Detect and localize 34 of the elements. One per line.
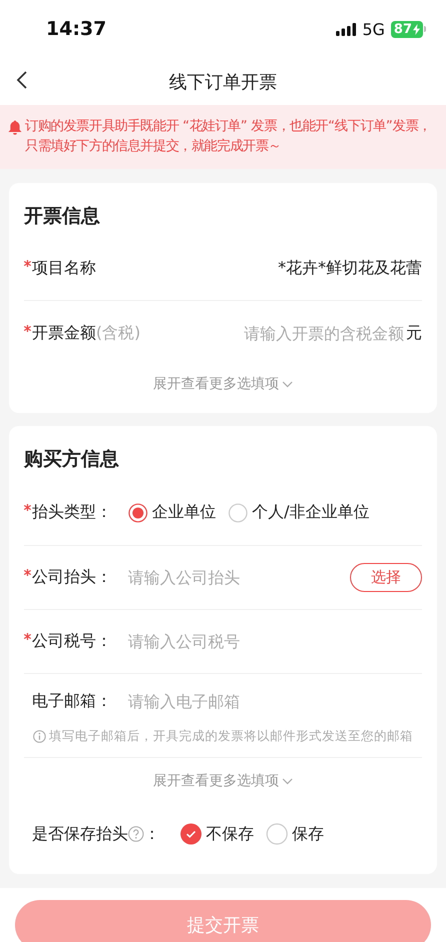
field-label: 电子邮箱： <box>32 690 113 712</box>
input-field[interactable]: 请输入公司税号 <box>128 632 422 651</box>
radio-option[interactable]: 保存 <box>266 823 324 845</box>
select-button[interactable]: 选择 <box>350 563 422 592</box>
radio-option[interactable]: 不保存 <box>180 823 254 845</box>
chevron-down-icon <box>282 380 293 388</box>
amount-input[interactable]: 请输入开票的含税金额 <box>140 324 404 342</box>
signal-icon <box>336 22 356 36</box>
battery-indicator: 87 <box>390 20 423 38</box>
field-label: 公司抬头： <box>32 567 113 588</box>
field-label: 开票金额 <box>32 322 96 344</box>
field-label: 是否保存抬头 <box>32 824 128 844</box>
field-value: *花卉*鲜切花及花蕾 <box>278 258 422 279</box>
field-label: 公司税号： <box>32 631 113 652</box>
back-icon <box>16 70 28 90</box>
bell-icon <box>8 120 22 135</box>
label-colon: ： <box>144 824 160 844</box>
info-icon <box>33 730 46 743</box>
unit-label: 元 <box>406 322 422 344</box>
page-title: 线下订单开票 <box>169 70 277 94</box>
input-field[interactable]: 请输入公司抬头 <box>128 568 350 587</box>
hint-text: 填写电子邮箱后，开具完成的发票将以邮件形式发送至您的邮箱 <box>49 728 413 745</box>
status-time: 14:37 <box>46 18 106 40</box>
input-field[interactable]: 请输入电子邮箱 <box>128 692 422 710</box>
field-label: 抬头类型： <box>32 502 113 523</box>
section-title: 开票信息 <box>24 204 101 229</box>
radio-option[interactable]: 个人/非企业单位 <box>228 502 370 523</box>
notice-text: 订购的发票开具助手既能开 “花娃订单” 发票，也能开“线下订单”发票，只需填好下方的信息并提交，就能完成开票～ <box>25 118 432 156</box>
field-label: 项目名称 <box>32 258 96 279</box>
section-title: 购买方信息 <box>24 447 120 472</box>
network-label: 5G <box>362 20 385 38</box>
chevron-down-icon <box>282 778 293 784</box>
label-note: (含税) <box>96 322 140 344</box>
radio-option[interactable]: 企业单位 <box>128 502 216 523</box>
